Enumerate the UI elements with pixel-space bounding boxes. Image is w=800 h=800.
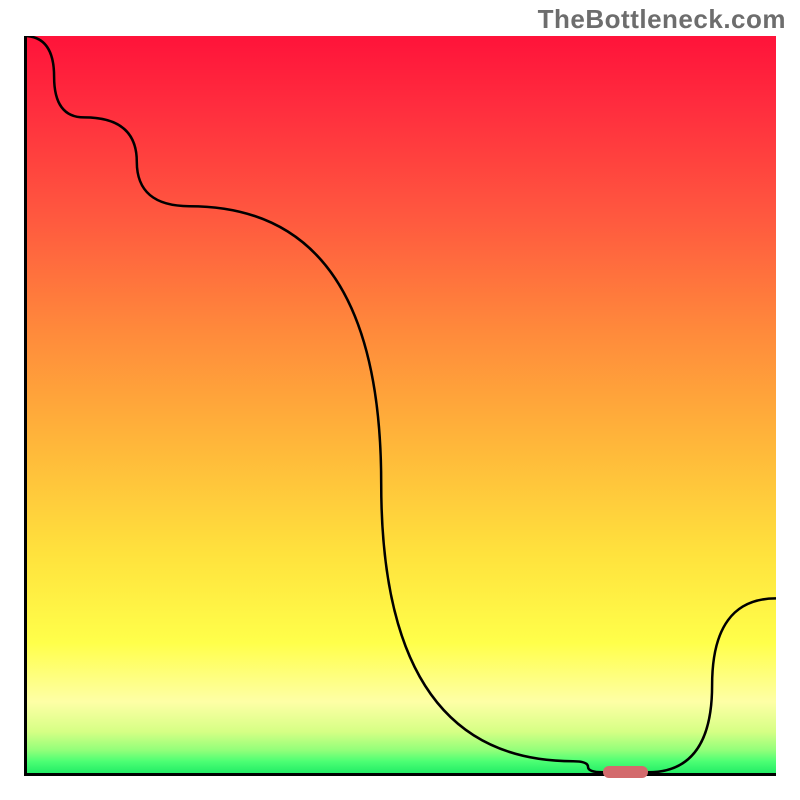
y-axis <box>24 36 27 776</box>
optimal-marker <box>603 766 648 778</box>
curve-svg <box>24 36 776 776</box>
bottleneck-curve <box>24 36 776 772</box>
plot-area <box>24 36 776 776</box>
chart-canvas: TheBottleneck.com <box>0 0 800 800</box>
x-axis <box>24 773 776 776</box>
watermark-text: TheBottleneck.com <box>538 4 786 35</box>
